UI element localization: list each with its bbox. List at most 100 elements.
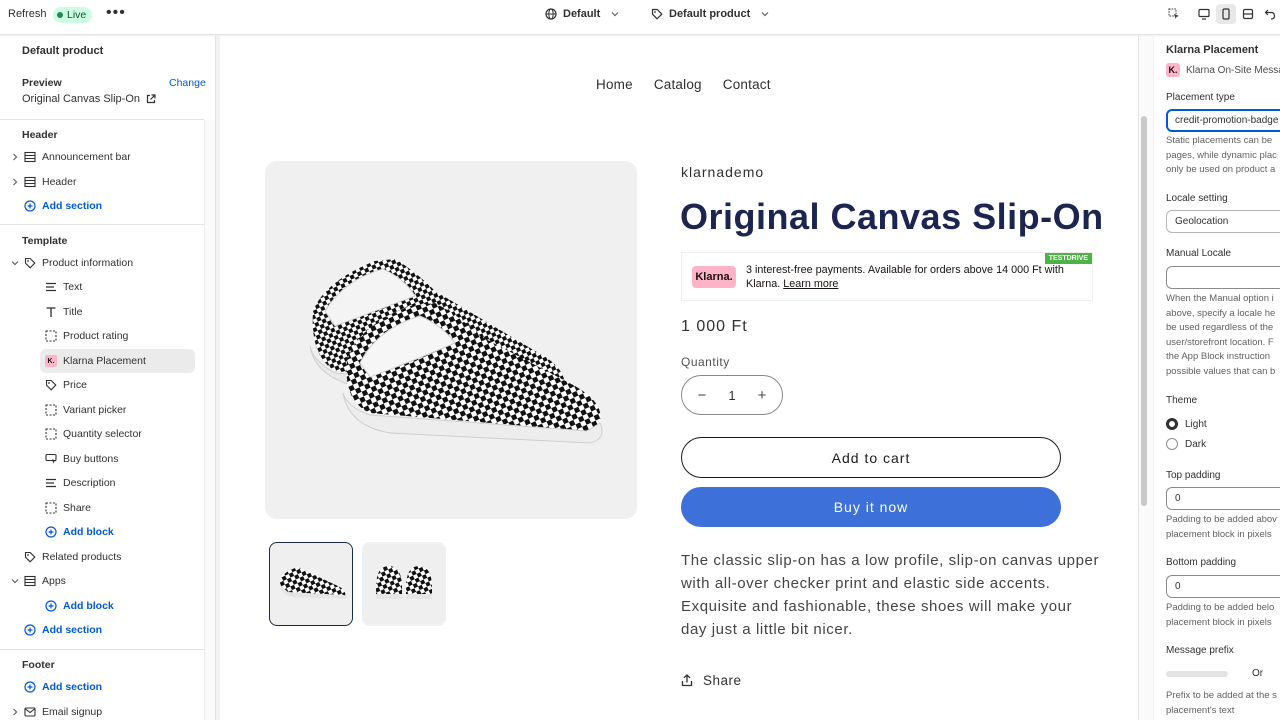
section-header[interactable]: Header: [0, 170, 204, 194]
radio-label: Light: [1185, 418, 1207, 430]
section-label: Announcement bar: [42, 151, 131, 163]
klarna-placement: Klarna. 3 interest-free payments. Availa…: [681, 252, 1093, 301]
nav-contact[interactable]: Contact: [723, 77, 771, 92]
more-actions-button[interactable]: •••: [106, 4, 126, 22]
shoe-thumbnail-side: [279, 567, 347, 599]
share-icon: [681, 674, 693, 687]
theme-option-dark[interactable]: Dark: [1166, 438, 1206, 450]
block-klarna-placement[interactable]: K. Klarna Placement: [40, 349, 195, 373]
add-to-cart-button[interactable]: Add to cart: [681, 437, 1061, 478]
section-apps[interactable]: Apps: [0, 569, 204, 593]
block-text[interactable]: Text: [0, 275, 204, 299]
block-product-rating[interactable]: Product rating: [0, 324, 204, 348]
theme-selector[interactable]: Default: [545, 8, 620, 20]
product-main-image[interactable]: [265, 161, 637, 519]
product-vendor: klarnademo: [681, 164, 765, 180]
app-source-name: Klarna On-Site Messa: [1186, 64, 1280, 76]
manual-locale-help: When the Manual option i above, specify …: [1166, 292, 1280, 379]
heading-icon: [46, 307, 56, 317]
template-selector-label: Default product: [669, 8, 751, 20]
theme-option-light[interactable]: Light: [1166, 418, 1207, 430]
buy-now-button[interactable]: Buy it now: [681, 487, 1061, 527]
add-section-header[interactable]: Add section: [0, 194, 204, 218]
product-thumbnail[interactable]: [362, 542, 446, 626]
add-section-footer[interactable]: Add section: [0, 675, 204, 699]
divider: [0, 649, 204, 650]
text-icon: [46, 478, 56, 488]
mobile-view-icon[interactable]: [1216, 4, 1236, 24]
shoe-image: [309, 259, 603, 444]
bottom-padding-field[interactable]: 0: [1166, 575, 1280, 598]
klarna-learn-more-link[interactable]: Learn more: [783, 278, 838, 290]
section-email-signup[interactable]: Email signup: [0, 700, 204, 720]
help-line: user/storefront location. F: [1166, 336, 1274, 348]
divider: [0, 224, 204, 225]
top-padding-help: Padding to be added abov placement block…: [1166, 513, 1280, 542]
block-price[interactable]: Price: [0, 373, 204, 397]
inspector-icon[interactable]: [1164, 4, 1184, 24]
add-section-label: Add section: [42, 681, 103, 693]
section-label: Product information: [42, 257, 134, 269]
shoe-thumbnail-back: [376, 566, 432, 599]
block-description[interactable]: Description: [0, 471, 204, 495]
block-buy-buttons[interactable]: Buy buttons: [0, 447, 204, 471]
sidebar-scrollbar[interactable]: [204, 120, 215, 720]
text-icon: [46, 282, 56, 292]
help-line: When the Manual option i: [1166, 293, 1274, 304]
undo-icon[interactable]: [1260, 4, 1280, 24]
preview-product[interactable]: Original Canvas Slip-On: [22, 93, 156, 105]
section-product-information[interactable]: Product information: [0, 251, 204, 275]
desktop-view-icon[interactable]: [1194, 4, 1214, 24]
section-related-products[interactable]: Related products: [0, 545, 204, 569]
message-prefix-label: Message prefix: [1166, 645, 1234, 656]
share-button[interactable]: Share: [681, 673, 742, 688]
placement-type-label: Placement type: [1166, 92, 1235, 103]
product-thumbnail[interactable]: [269, 542, 353, 626]
preview-scrollbar-thumb[interactable]: [1141, 116, 1147, 506]
message-prefix-help: Prefix to be added at the s placement's …: [1166, 689, 1280, 718]
section-icon: [24, 176, 36, 188]
template-selector[interactable]: Default product: [651, 8, 770, 20]
quantity-increase-button[interactable]: +: [752, 387, 772, 404]
manual-locale-field[interactable]: [1166, 266, 1280, 289]
fullscreen-icon[interactable]: [1238, 4, 1258, 24]
section-label: Email signup: [42, 706, 103, 718]
page-title: Default product: [22, 45, 104, 57]
block-variant-picker[interactable]: Variant picker: [0, 398, 204, 422]
message-prefix-value: Or: [1252, 668, 1264, 679]
help-line: only be used on product a: [1166, 164, 1276, 175]
block-title[interactable]: Title: [0, 300, 204, 324]
manual-locale-label: Manual Locale: [1166, 248, 1232, 259]
top-bar: Refresh Live ••• Default Default product: [0, 0, 1280, 35]
locale-setting-select[interactable]: Geolocation: [1166, 210, 1280, 233]
nav-catalog[interactable]: Catalog: [654, 77, 702, 92]
add-block-product[interactable]: Add block: [0, 520, 204, 544]
store-nav: Home Catalog Contact: [596, 77, 771, 92]
add-block-apps[interactable]: Add block: [0, 594, 204, 618]
preview-product-name: Original Canvas Slip-On: [22, 93, 140, 105]
section-label: Apps: [42, 575, 66, 587]
section-announcement-bar[interactable]: Announcement bar: [0, 145, 204, 169]
chevron-down-icon: [611, 12, 619, 17]
top-padding-field[interactable]: 0: [1166, 487, 1280, 510]
theme-selector-label: Default: [563, 8, 601, 20]
chevron-right-icon: [13, 178, 18, 186]
message-prefix-field[interactable]: Or: [1166, 667, 1280, 681]
klarna-message: 3 interest-free payments. Available for …: [746, 263, 1066, 291]
app-block-icon: [45, 330, 57, 342]
add-section-template[interactable]: Add section: [0, 618, 204, 642]
header-group-title: Header: [22, 129, 58, 141]
storefront-preview: Home Catalog Contact klarnademo Original…: [220, 36, 1138, 720]
refresh-button[interactable]: Refresh: [8, 8, 47, 20]
placement-type-field[interactable]: credit-promotion-badge: [1166, 109, 1280, 132]
block-label: Buy buttons: [63, 453, 119, 465]
product-price: 1 000 Ft: [681, 318, 748, 335]
nav-home[interactable]: Home: [596, 77, 633, 92]
placement-type-help: Static placements can be pages, while dy…: [1166, 134, 1280, 178]
block-share[interactable]: Share: [0, 496, 204, 520]
change-preview-link[interactable]: Change: [169, 77, 206, 89]
quantity-value[interactable]: 1: [728, 388, 735, 403]
block-quantity-selector[interactable]: Quantity selector: [0, 422, 204, 446]
quantity-decrease-button[interactable]: −: [692, 387, 712, 404]
section-label: Header: [42, 176, 77, 188]
